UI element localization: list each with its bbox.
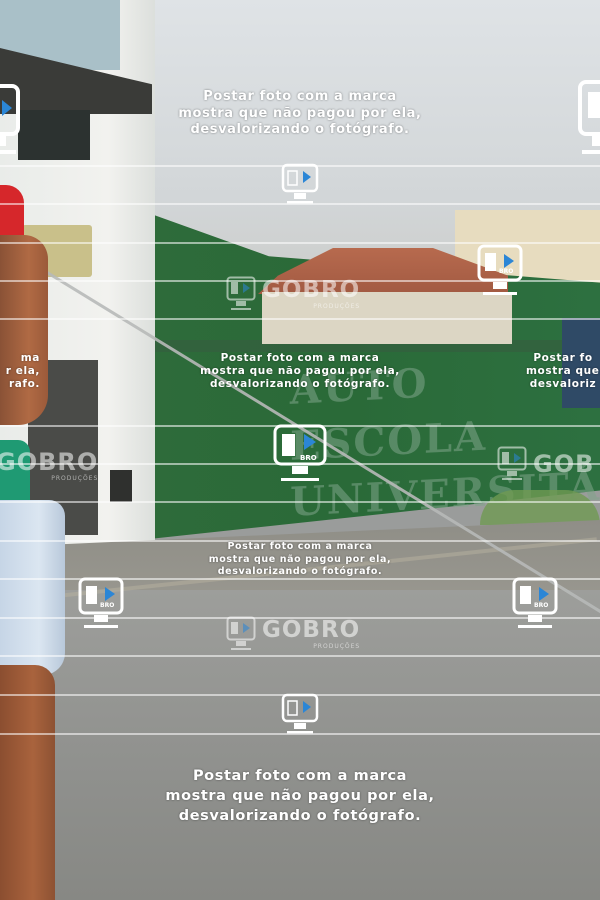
notice-line-3: desvalorizando o fotógrafo. (190, 122, 410, 137)
notice-line-2: mostra que não pagou por ela, (200, 365, 400, 377)
logo-camera-icon (497, 446, 527, 480)
logo-wordmark: GOBRO (262, 276, 361, 303)
watermark-line (0, 501, 600, 503)
notice-line-2: r ela, (5, 365, 40, 377)
camera-label: BRO (100, 602, 115, 609)
gobro-logo: GOBRO PRODUÇÕES (226, 616, 360, 652)
action-camera-icon (578, 80, 600, 172)
notice-line-2: mostra que não pagou por ela, (178, 105, 422, 121)
watermark-notice: Postar foto com a marca mostra que não p… (195, 352, 405, 391)
logo-subtitle: PRODUÇÕES (313, 302, 361, 310)
notice-line-3: rafo. (8, 378, 40, 390)
action-camera-icon (281, 163, 319, 207)
notice-line-3: desvalorizando o fotógrafo. (209, 378, 391, 390)
camera-label: BRO (300, 454, 317, 462)
gobro-logo: GOBRO PRODUÇÕES (226, 276, 360, 312)
action-camera-icon: BRO (512, 577, 558, 633)
watermark-notice-cropped-right: Postar fo mostra que n desvaloriz (526, 352, 600, 391)
logo-wordmark: GOBRO (0, 448, 99, 476)
logo-subtitle: PRODUÇÕES (313, 642, 361, 650)
action-camera-icon: BRO (273, 424, 327, 486)
watermark-line (0, 655, 600, 657)
watermark-notice: Postar foto com a marca mostra que não p… (130, 766, 470, 826)
camera-label: BRO (499, 268, 514, 275)
notice-line-1: Postar foto com a marca (203, 89, 397, 104)
action-camera-icon: BRO (477, 244, 523, 300)
notice-line-1: Postar foto com a marca (192, 768, 408, 784)
notice-line-1: Postar foto com a marca (220, 352, 380, 364)
logo-wordmark: GOBRO (262, 616, 361, 643)
notice-line-2: mostra que não pagou por ela, (208, 553, 392, 565)
gobro-logo-cropped-right: GOB (497, 446, 594, 482)
watermark-overlay: Postar foto com a marca mostra que não p… (0, 0, 600, 900)
notice-line-1: Postar foto com a marca (227, 541, 373, 552)
logo-camera-icon (226, 276, 256, 310)
action-camera-icon (281, 693, 319, 737)
action-camera-icon: BRO (78, 577, 124, 633)
notice-line-3: desvalorizando o fotógrafo. (178, 808, 422, 824)
watermark-notice: Postar foto com a marca mostra que não p… (150, 89, 450, 139)
watermark-notice-cropped-left: ma r ela, rafo. (0, 352, 40, 391)
notice-line-3: desvalorizando o fotógrafo. (217, 566, 383, 577)
watermark-line (0, 318, 600, 320)
logo-camera-icon (226, 616, 256, 650)
notice-line-2: mostra que n (526, 365, 600, 377)
camera-label: BRO (534, 602, 549, 609)
watermark-notice: Postar foto com a marca mostra que não p… (200, 541, 400, 579)
notice-line-1: Postar fo (533, 352, 593, 364)
notice-line-1: ma (20, 352, 40, 364)
action-camera-icon (0, 84, 20, 168)
logo-wordmark: GOB (533, 450, 595, 478)
logo-subtitle: PRODUÇÕES (51, 475, 99, 482)
gobro-logo-cropped-left: GOBRO PRODUÇÕES (0, 450, 98, 482)
notice-line-2: mostra que não pagou por ela, (165, 788, 435, 804)
notice-line-3: desvaloriz (529, 378, 597, 390)
